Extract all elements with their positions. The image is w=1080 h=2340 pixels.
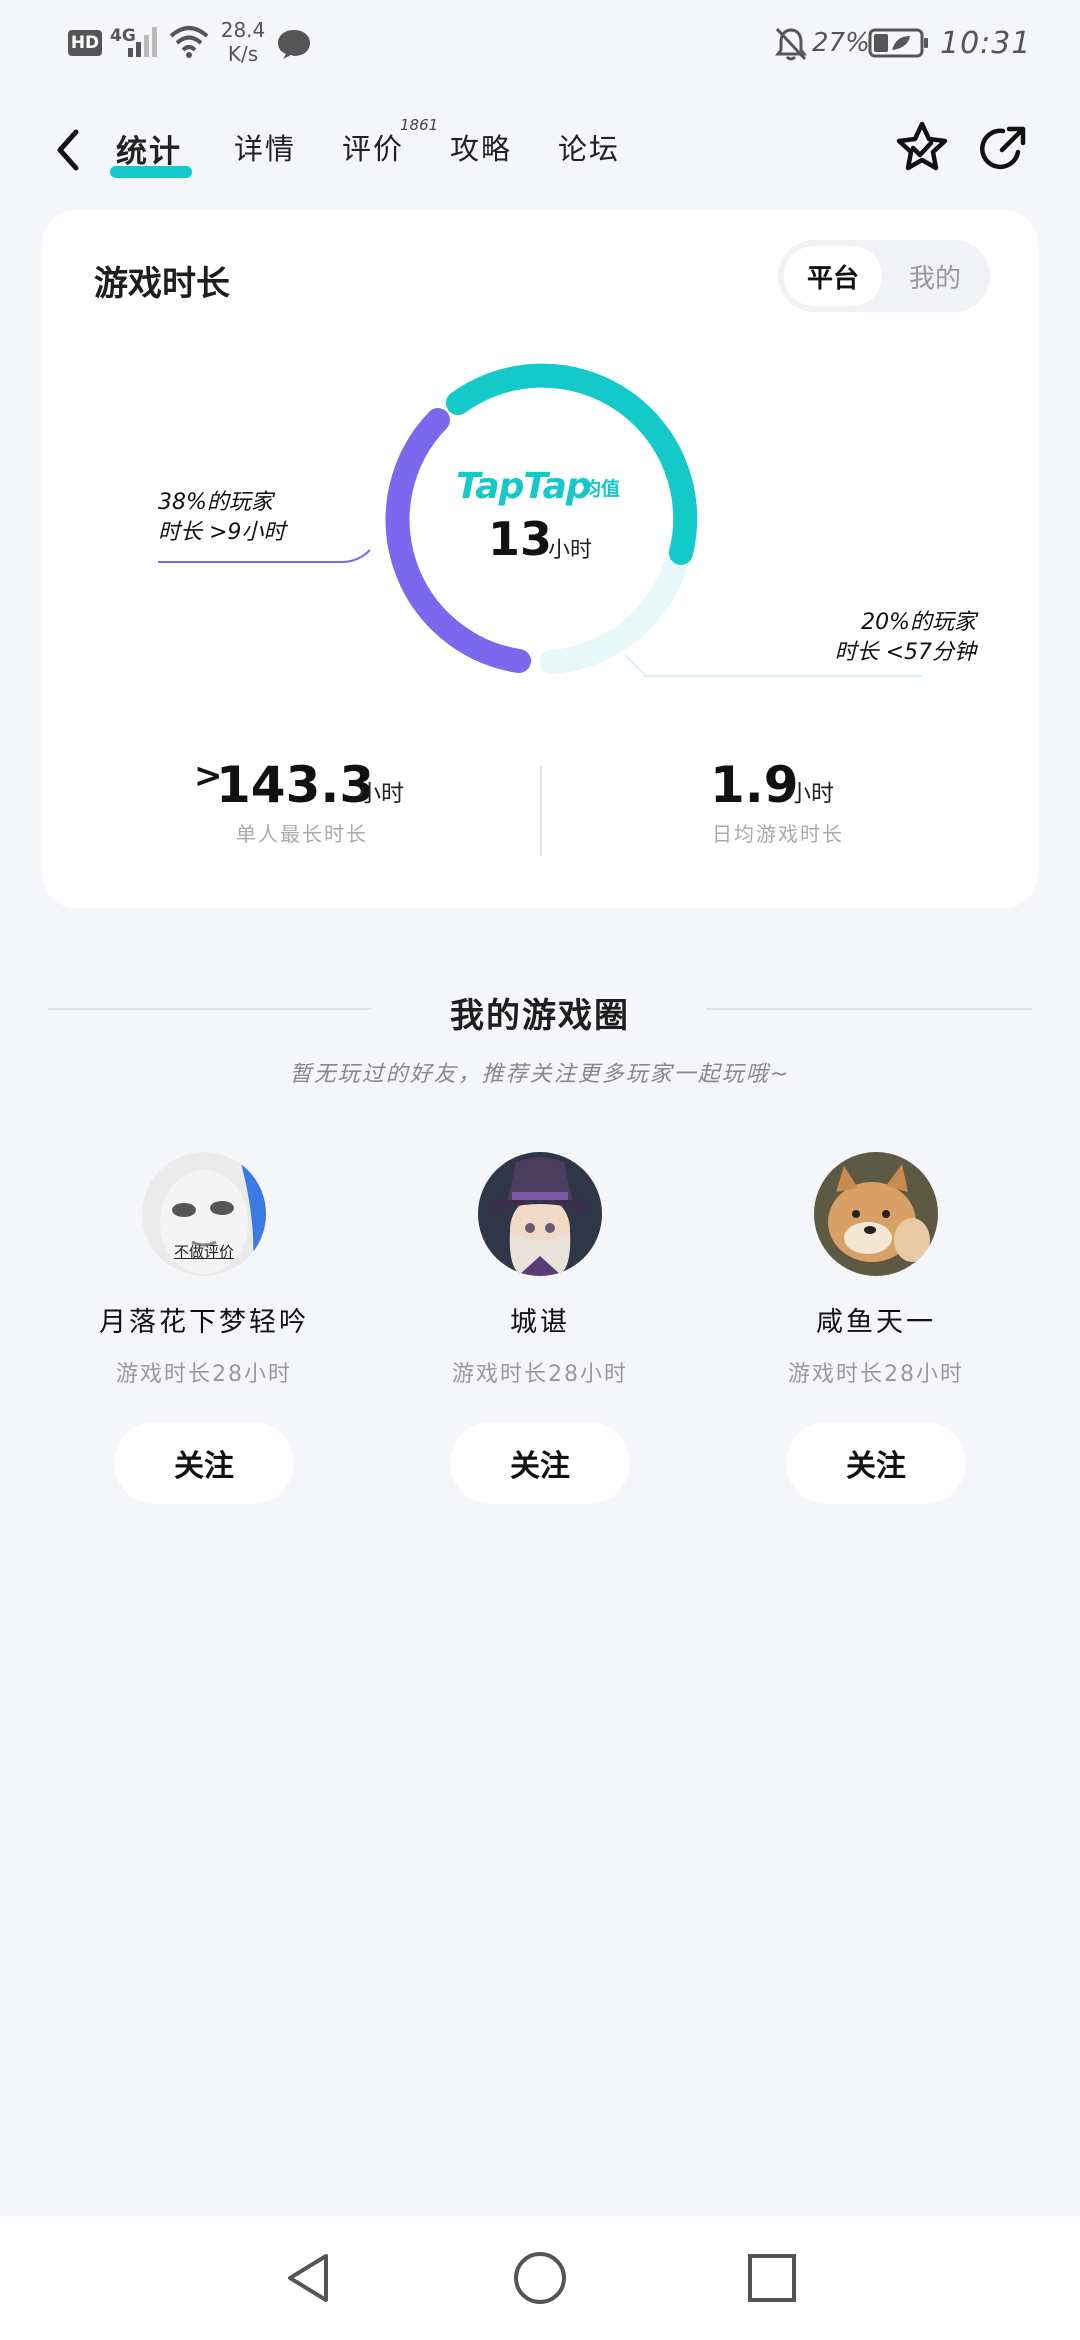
signal-icon <box>128 27 157 57</box>
follow-button[interactable]: 关注 <box>450 1422 630 1504</box>
max-play-time-unit: 小时 <box>358 781 404 807</box>
user-name: 城谌 <box>510 1307 570 1338</box>
hd-badge: HD <box>68 30 102 56</box>
annotation-long-players: 38%的玩家 时长 >9小时 <box>158 490 286 545</box>
battery-icon <box>868 28 928 58</box>
network-speed: 28.4 K/s <box>220 18 266 66</box>
average-value: 13 <box>488 512 553 566</box>
daily-play-time-unit: 小时 <box>788 781 834 807</box>
battery-percent: 27% <box>812 28 870 58</box>
system-home-icon[interactable] <box>512 2250 568 2306</box>
follow-button[interactable]: 关注 <box>114 1422 294 1504</box>
follow-button[interactable]: 关注 <box>786 1422 966 1504</box>
top-nav: 统计 详情 评价 1861 攻略 论坛 <box>0 110 1080 190</box>
recommended-user-card: 城谌 游戏时长28小时 关注 <box>390 1150 690 1520</box>
favorite-star-icon[interactable] <box>894 120 950 176</box>
recommended-user-card: 咸鱼天一 游戏时长28小时 关注 <box>726 1150 1026 1520</box>
recommended-user-card: 不做评价 月落花下梦轻吟 游戏时长28小时 关注 <box>54 1150 354 1520</box>
max-play-time-value: 143.3 <box>216 756 375 814</box>
tab-guides[interactable]: 攻略 <box>450 126 512 168</box>
review-count-badge: 1861 <box>400 116 439 134</box>
user-play-time: 游戏时长28小时 <box>116 1362 292 1387</box>
tab-forum[interactable]: 论坛 <box>558 126 620 168</box>
system-recents-icon[interactable] <box>746 2250 798 2306</box>
tab-reviews[interactable]: 评价 <box>342 126 404 168</box>
share-icon[interactable] <box>976 122 1030 176</box>
user-play-time: 游戏时长28小时 <box>788 1362 964 1387</box>
leader-line-left <box>158 549 371 563</box>
game-circle-subtitle: 暂无玩过的好友，推荐关注更多玩家一起玩哦~ <box>289 1062 791 1087</box>
average-label: 均值 <box>582 478 621 500</box>
avatar[interactable]: 不做评价 <box>142 1152 266 1276</box>
system-nav-bar <box>0 2216 1080 2340</box>
user-play-time: 游戏时长28小时 <box>452 1362 628 1387</box>
play-time-card: 游戏时长 平台 我的 TapTap 均值 13 小时 38%的玩家 时长 >9小… <box>42 210 1038 908</box>
avatar[interactable] <box>814 1152 938 1276</box>
user-name: 咸鱼天一 <box>816 1307 936 1338</box>
taptap-logo: TapTap <box>456 466 592 507</box>
average-unit: 小时 <box>548 538 593 563</box>
annotation-short-players: 20%的玩家 时长 <57分钟 <box>834 610 976 665</box>
tab-details[interactable]: 详情 <box>234 126 296 168</box>
avatar[interactable] <box>478 1152 602 1276</box>
system-back-icon[interactable] <box>282 2250 334 2306</box>
user-name: 月落花下梦轻吟 <box>99 1307 309 1338</box>
wifi-icon <box>169 26 209 58</box>
stat-divider <box>540 766 542 856</box>
status-bar: HD 4G 28.4 K/s 27% 10:31 <box>0 0 1080 92</box>
max-play-time-label: 单人最长时长 <box>236 822 368 846</box>
clock: 10:31 <box>940 26 1032 61</box>
back-arrow-icon[interactable] <box>48 126 88 174</box>
message-icon <box>278 30 310 59</box>
avatar-caption: 不做评价 <box>173 1243 234 1261</box>
game-circle-title: 我的游戏圈 <box>450 996 630 1036</box>
daily-play-time-label: 日均游戏时长 <box>712 822 844 846</box>
daily-play-time-value: 1.9 <box>710 756 799 814</box>
mute-bell-icon <box>775 27 807 61</box>
tab-stats[interactable]: 统计 <box>116 126 182 171</box>
